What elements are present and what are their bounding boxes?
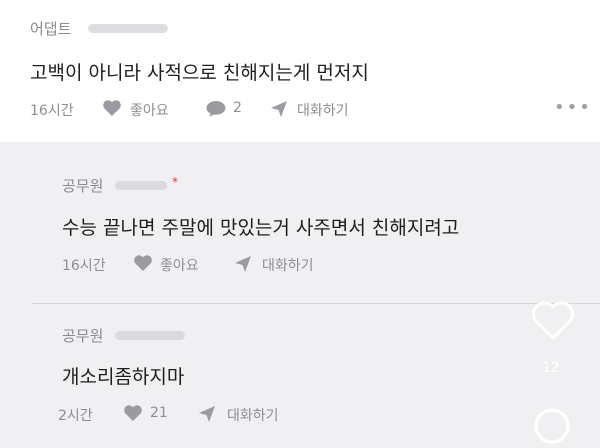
reply-time: 2시간 (58, 408, 93, 424)
divider (32, 303, 600, 304)
reply-time: 16시간 (62, 258, 106, 274)
floating-like-count: 12 (542, 360, 560, 376)
send-icon[interactable] (270, 100, 288, 118)
comment: 어댑트 고백이 아니라 사적으로 친해지는게 먼저지 16시간 좋아요 2 대화… (0, 0, 600, 142)
like-button[interactable]: 좋아요 (160, 255, 199, 275)
heart-icon[interactable] (123, 404, 143, 422)
send-icon[interactable] (198, 405, 216, 423)
reply-button[interactable]: 대화하기 (262, 255, 314, 275)
heart-icon[interactable] (102, 99, 122, 117)
floating-like-icon[interactable] (530, 300, 576, 342)
send-icon[interactable] (234, 255, 252, 273)
badge-star: * (172, 175, 178, 189)
reply-author[interactable]: 공무원 (62, 175, 103, 196)
reply-author[interactable]: 공무원 (62, 325, 103, 346)
like-count[interactable]: 21 (150, 405, 168, 421)
comment-author[interactable]: 어댑트 (30, 18, 71, 39)
search-icon[interactable] (530, 404, 574, 448)
comment-time: 16시간 (30, 103, 74, 119)
reply-button[interactable]: 대화하기 (227, 405, 279, 425)
reply-text: 개소리좀하지마 (62, 366, 185, 388)
reply-button[interactable]: 대화하기 (297, 100, 349, 120)
redacted-nickname (88, 24, 168, 33)
reply-text: 수능 끝나면 주말에 맛있는거 사주면서 친해지려고 (62, 217, 460, 239)
like-button[interactable]: 좋아요 (130, 100, 169, 120)
heart-icon[interactable] (133, 254, 153, 272)
redacted-nickname (115, 331, 185, 340)
comment-text: 고백이 아니라 사적으로 친해지는게 먼저지 (30, 62, 369, 84)
redacted-nickname (115, 181, 167, 190)
more-icon[interactable]: ••• (554, 97, 592, 118)
reply-count[interactable]: 2 (233, 100, 242, 116)
speech-bubble-icon[interactable] (205, 100, 227, 118)
